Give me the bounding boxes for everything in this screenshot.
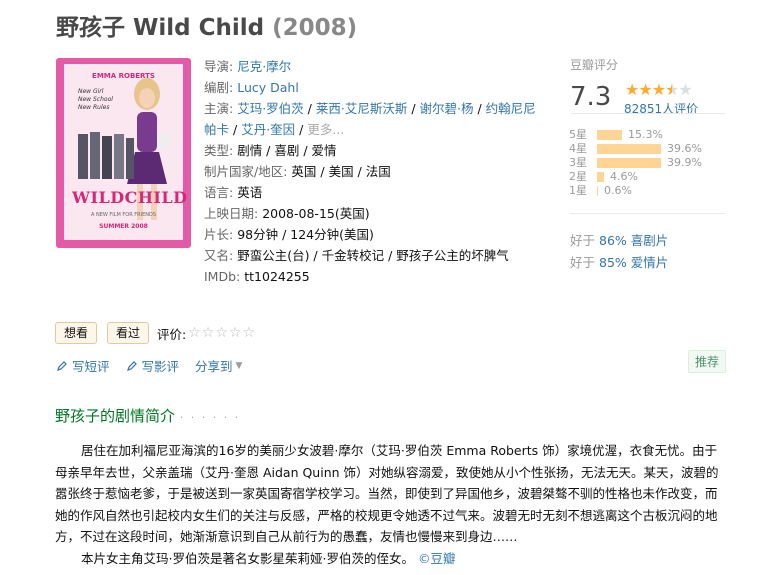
better-than: 好于 86% 喜剧片 好于 85% 爱情片 [570,233,669,270]
summary-paragraph: 居住在加利福尼亚海滨的16岁的美丽少女波碧·摩尔（艾玛·罗伯茨 Emma Rob… [55,443,719,544]
poster-group-image [78,132,134,179]
rating-level: 4星 [569,142,587,155]
rating-level: 5星 [569,128,587,141]
pencil-icon [57,360,67,371]
country: 英国 / 美国 / 法国 [291,164,391,179]
poster-logo: WILDCHILD [72,188,188,207]
review-link[interactable]: 写影评 [126,356,179,375]
action-bar: 想看 看过 评价: ☆☆☆☆☆ [55,322,256,344]
language: 英语 [237,185,263,200]
rating-percent: 4.6% [610,170,638,183]
share-dropdown[interactable]: 分享到 ▼ [195,356,242,375]
poster-tagline: New Girl New School New Rules [78,88,113,111]
rating-percent: 15.3% [628,128,663,141]
writer-link[interactable]: Lucy Dahl [237,80,299,95]
caret-down-icon: ▼ [235,360,243,371]
poster-small-text: A NEW FILM FOR FRIENDS [90,212,157,218]
release-date: 2008-08-15(英国) [262,206,370,221]
movie-info: 导演: 尼克·摩尔 编剧: Lucy Dahl 主演: 艾玛·罗伯茨 / 莱西·… [204,59,536,284]
rating-percent: 39.6% [667,142,702,155]
imdb-id: tt1024255 [244,269,310,284]
rating-bar [597,144,661,154]
rating-bar [597,158,661,168]
rating-label: 豆瓣评分 [570,58,619,72]
cast-link[interactable]: 艾玛·罗伯茨 [237,101,303,116]
rating-percent: 0.6% [604,184,632,197]
rating-bar-row: 1星 0.6% [569,184,702,198]
rating-bar [597,130,622,140]
rating-bar [597,172,604,182]
aka: 野蛮公主(台) / 千金转校记 / 野孩子公主的坏脾气 [237,248,509,263]
movie-title: 野孩子 Wild Child [56,15,265,41]
share-bar: 写短评 写影评 分享到 ▼ [56,356,258,375]
watched-button[interactable]: 看过 [107,322,150,344]
rating-bar-row: 3星 39.9% [569,156,702,170]
cast-link[interactable]: 帕卡 [204,122,229,137]
director-link[interactable]: 尼克·摩尔 [237,59,291,74]
rating-level: 3星 [569,156,587,169]
rating-bar-row: 5星 15.3% [569,128,702,142]
pencil-icon [126,360,137,371]
rating-bar-row: 4星 39.6% [569,142,702,156]
summary-title: 野孩子的剧情简介 · · · · · · [55,407,241,425]
divider [570,213,725,214]
rating-bar [597,186,598,196]
cast-link[interactable]: 谢尔碧·杨 [420,101,474,116]
movie-year: (2008) [272,15,358,41]
rating-distribution: 5星 15.3% 4星 39.6% 3星 39.9% 2星 4.6% 1星 0.6% [569,128,702,198]
rating-score: 7.3 [570,82,612,112]
rate-label: 评价: [157,326,187,342]
rating-level: 1星 [569,184,587,197]
page-title: 野孩子 Wild Child (2008) [56,8,357,42]
poster-date: SUMMER 2008 [99,223,148,230]
rating-percent: 39.9% [667,156,702,169]
rating-bar-row: 2星 4.6% [569,170,702,184]
better-comedy-link[interactable]: 86% 喜剧片 [599,233,668,248]
better-romance-link[interactable]: 85% 爱情片 [599,255,668,270]
more-cast-link[interactable]: 更多... [307,122,344,137]
want-to-watch-button[interactable]: 想看 [55,322,98,344]
source-link[interactable]: ©豆瓣 [418,551,456,566]
cast-link[interactable]: 艾丹·奎因 [241,122,295,137]
cast-link[interactable]: 约翰尼尼 [486,101,536,116]
divider [570,113,725,114]
short-review-link[interactable]: 写短评 [56,356,110,375]
genre: 剧情 / 喜剧 / 爱情 [237,143,337,158]
rating-stars: ★★★★★★ [625,80,693,99]
movie-poster[interactable]: EMMA ROBERTS New Girl New School New Rul… [56,58,191,248]
recommend-button[interactable]: 推荐 [688,350,727,373]
summary-text: 居住在加利福尼亚海滨的16岁的美丽少女波碧·摩尔（艾玛·罗伯茨 Emma Rob… [55,440,725,569]
rating-level: 2星 [569,170,587,183]
runtime: 98分钟 / 124分钟(美国) [237,227,374,242]
cast-link[interactable]: 莱西·艾尼斯沃斯 [316,101,407,116]
rate-stars-input[interactable]: ☆☆☆☆☆ [188,325,256,341]
summary-paragraph: 本片女主角艾玛·罗伯茨是著名女影星茱莉娅·罗伯茨的侄女。 ©豆瓣 [81,550,456,566]
rating-panel: 豆瓣评分 7.3 ★★★★★★ 82851人评价 [570,56,730,116]
rating-count-link[interactable]: 82851人评价 [624,100,698,117]
